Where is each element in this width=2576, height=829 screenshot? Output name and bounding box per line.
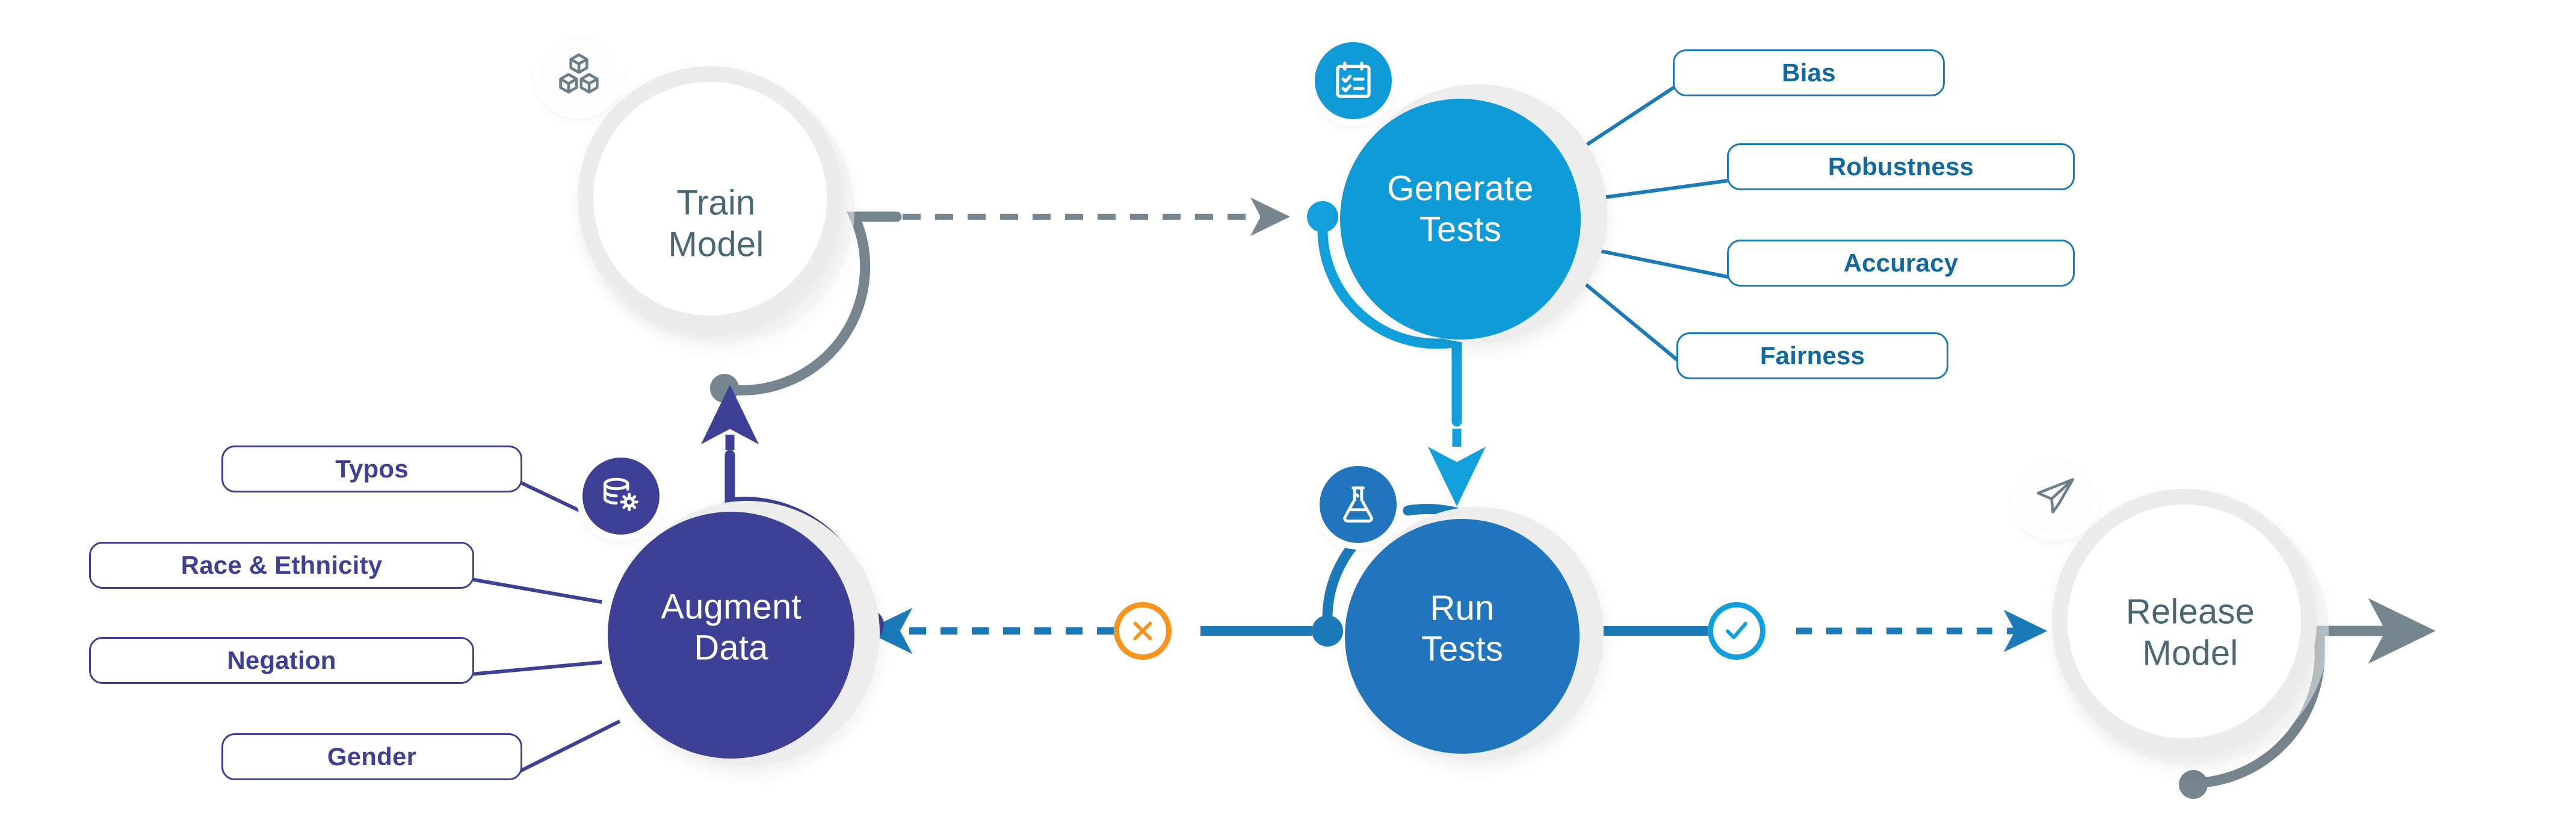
pill-robustness[interactable]: Robustness bbox=[1727, 143, 2075, 190]
checklist-icon bbox=[1315, 42, 1392, 119]
database-gear-icon bbox=[582, 458, 659, 535]
pill-race-ethnicity-label: Race & Ethnicity bbox=[181, 551, 383, 579]
node-release-model[interactable]: Release Model bbox=[2017, 458, 2329, 766]
pill-negation[interactable]: Negation bbox=[89, 637, 474, 684]
pill-gender-label: Gender bbox=[327, 742, 417, 771]
pill-bias-label: Bias bbox=[1782, 58, 1836, 87]
paper-plane-icon bbox=[2017, 458, 2094, 535]
edge-race-to-augment bbox=[470, 577, 602, 604]
pill-gender[interactable]: Gender bbox=[221, 733, 522, 780]
pill-negation-label: Negation bbox=[227, 646, 336, 674]
generate-tests-disc bbox=[1340, 99, 1581, 340]
node-run-tests[interactable]: Run Tests bbox=[1320, 466, 1610, 765]
pill-typos[interactable]: Typos bbox=[221, 446, 522, 492]
release-model-ring bbox=[2052, 489, 2317, 754]
run-tests-disc bbox=[1345, 519, 1580, 754]
flask-icon bbox=[1320, 466, 1397, 543]
node-train-model[interactable]: Train Model bbox=[540, 35, 854, 343]
edge-generate-to-robustness bbox=[1594, 179, 1729, 200]
train-model-ring bbox=[578, 66, 842, 331]
pill-accuracy-label: Accuracy bbox=[1843, 249, 1959, 277]
cubes-icon bbox=[540, 35, 617, 112]
train-model-endpoint-dot bbox=[710, 374, 739, 403]
node-generate-tests[interactable]: Generate Tests bbox=[1315, 42, 1610, 348]
pill-typos-label: Typos bbox=[335, 455, 409, 483]
pill-race-ethnicity[interactable]: Race & Ethnicity bbox=[89, 542, 474, 589]
edge-negation-to-augment bbox=[470, 660, 602, 676]
node-augment-data[interactable]: Augment Data bbox=[582, 458, 885, 769]
release-model-endpoint-dot bbox=[2179, 770, 2208, 799]
circle-x-icon[interactable] bbox=[1114, 602, 1172, 660]
pill-bias[interactable]: Bias bbox=[1673, 49, 1945, 96]
diagram-canvas: Train Model Generate Tests Run Tests Aug… bbox=[0, 0, 2576, 829]
circle-check-icon[interactable] bbox=[1708, 602, 1765, 660]
pill-fairness-label: Fairness bbox=[1759, 341, 1865, 370]
pill-robustness-label: Robustness bbox=[1827, 152, 1974, 181]
pill-accuracy[interactable]: Accuracy bbox=[1727, 240, 2075, 287]
edge-generate-to-accuracy bbox=[1594, 248, 1729, 279]
pill-fairness[interactable]: Fairness bbox=[1676, 332, 1948, 379]
augment-data-disc bbox=[608, 512, 854, 759]
